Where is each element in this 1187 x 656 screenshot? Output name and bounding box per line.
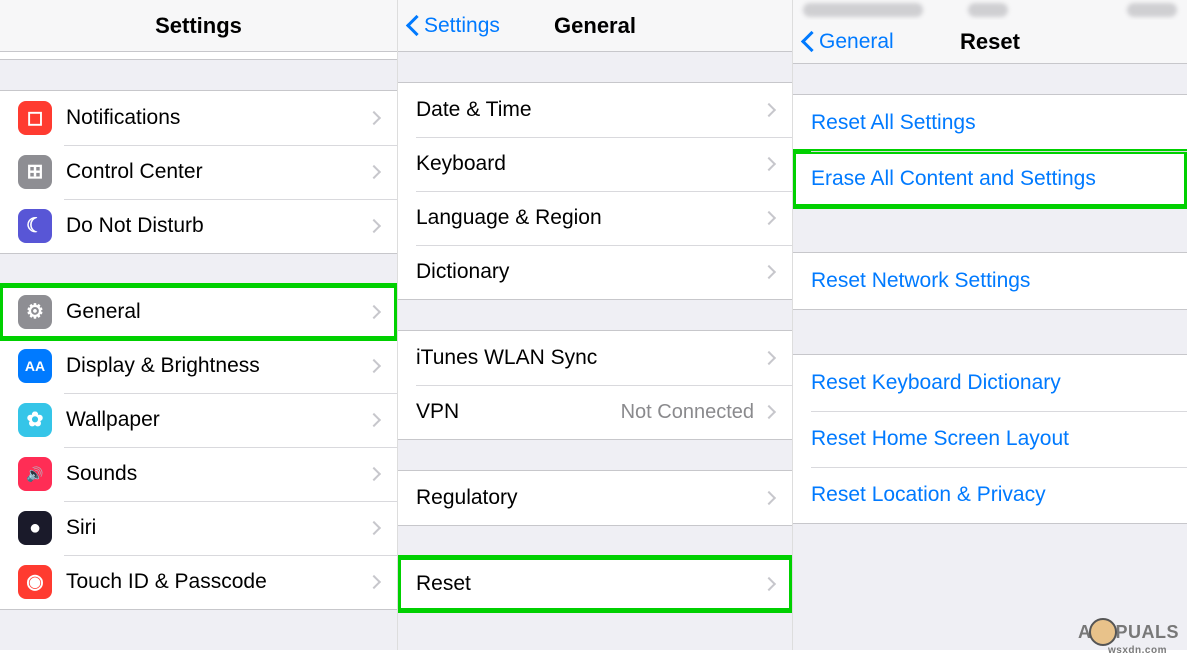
page-title: Reset <box>960 29 1020 55</box>
settings-group-2: ⚙ General AA Display & Brightness ✿ Wallpaper… <box>0 284 397 610</box>
settings-panel: Settings ◻ Notifications ⊞ Control Center ☾ D… <box>0 0 398 650</box>
row-label: VPN <box>416 400 621 424</box>
link-label: Reset Location & Privacy <box>811 483 1046 507</box>
link-erase-all-content-and-settings[interactable]: Erase All Content and Settings <box>793 151 1187 207</box>
link-label: Erase All Content and Settings <box>811 167 1096 191</box>
page-title: General <box>554 13 636 39</box>
row-dictionary[interactable]: Dictionary <box>398 245 792 299</box>
back-label: Settings <box>424 14 500 38</box>
general-group-3: Regulatory <box>398 470 792 526</box>
row-label: Language & Region <box>416 206 764 230</box>
link-label: Reset Network Settings <box>811 269 1030 293</box>
link-reset-home-screen-layout[interactable]: Reset Home Screen Layout <box>793 411 1187 467</box>
row-do-not-disturb[interactable]: ☾ Do Not Disturb <box>0 199 397 253</box>
chevron-right-icon <box>762 211 776 225</box>
row-label: Sounds <box>66 462 369 486</box>
row-sounds[interactable]: 🔊 Sounds <box>0 447 397 501</box>
general-group-2: iTunes WLAN Sync VPNNot Connected <box>398 330 792 440</box>
row-regulatory[interactable]: Regulatory <box>398 471 792 525</box>
row-general[interactable]: ⚙ General <box>0 285 397 339</box>
row-label: Dictionary <box>416 260 764 284</box>
chevron-right-icon <box>762 103 776 117</box>
row-label: General <box>66 300 369 324</box>
row-vpn[interactable]: VPNNot Connected <box>398 385 792 439</box>
row-label: Wallpaper <box>66 408 369 432</box>
link-reset-all-settings[interactable]: Reset All Settings <box>793 95 1187 151</box>
chevron-right-icon <box>367 521 381 535</box>
page-title: Settings <box>155 13 242 39</box>
row-label: Date & Time <box>416 98 764 122</box>
notifications-icon: ◻ <box>18 101 52 135</box>
link-reset-network-settings[interactable]: Reset Network Settings <box>793 253 1187 309</box>
general-icon: ⚙ <box>18 295 52 329</box>
row-display-brightness[interactable]: AA Display & Brightness <box>0 339 397 393</box>
row-keyboard[interactable]: Keyboard <box>398 137 792 191</box>
sounds-icon: 🔊 <box>18 457 52 491</box>
dnd-icon: ☾ <box>18 209 52 243</box>
chevron-right-icon <box>367 219 381 233</box>
row-label: Display & Brightness <box>66 354 369 378</box>
settings-group-1: ◻ Notifications ⊞ Control Center ☾ Do Not Dis… <box>0 90 397 254</box>
row-siri[interactable]: ● Siri <box>0 501 397 555</box>
reset-group-3: Reset Keyboard Dictionary Reset Home Scre… <box>793 354 1187 524</box>
control-center-icon: ⊞ <box>18 155 52 189</box>
reset-group-2: Reset Network Settings <box>793 252 1187 310</box>
row-value: Not Connected <box>621 401 754 424</box>
row-label: Do Not Disturb <box>66 214 369 238</box>
chevron-right-icon <box>762 265 776 279</box>
row-label: Regulatory <box>416 486 764 510</box>
link-label: Reset Home Screen Layout <box>811 427 1069 451</box>
row-label: Keyboard <box>416 152 764 176</box>
chevron-right-icon <box>367 111 381 125</box>
row-itunes-wlan-sync[interactable]: iTunes WLAN Sync <box>398 331 792 385</box>
chevron-right-icon <box>762 491 776 505</box>
chevron-right-icon <box>367 413 381 427</box>
settings-header: Settings <box>0 0 397 52</box>
status-bar <box>793 0 1187 20</box>
chevron-right-icon <box>762 351 776 365</box>
chevron-left-icon <box>406 15 420 37</box>
row-language-region[interactable]: Language & Region <box>398 191 792 245</box>
siri-icon: ● <box>18 511 52 545</box>
reset-panel: General Reset Reset All Settings Erase Al… <box>793 0 1187 650</box>
back-button-settings[interactable]: Settings <box>406 14 500 38</box>
row-label: Notifications <box>66 106 369 130</box>
back-label: General <box>819 30 894 54</box>
general-group-4: Reset <box>398 556 792 612</box>
display-icon: AA <box>18 349 52 383</box>
chevron-right-icon <box>762 577 776 591</box>
reset-header: General Reset <box>793 20 1187 64</box>
wallpaper-icon: ✿ <box>18 403 52 437</box>
row-label: Reset <box>416 572 764 596</box>
chevron-left-icon <box>801 31 815 53</box>
link-label: Reset All Settings <box>811 111 976 135</box>
row-date-time[interactable]: Date & Time <box>398 83 792 137</box>
row-label: iTunes WLAN Sync <box>416 346 764 370</box>
row-touch-id-passcode[interactable]: ◉ Touch ID & Passcode <box>0 555 397 609</box>
chevron-right-icon <box>762 157 776 171</box>
general-header: Settings General <box>398 0 792 52</box>
touchid-icon: ◉ <box>18 565 52 599</box>
chevron-right-icon <box>367 359 381 373</box>
chevron-right-icon <box>367 467 381 481</box>
chevron-right-icon <box>367 305 381 319</box>
row-notifications[interactable]: ◻ Notifications <box>0 91 397 145</box>
chevron-right-icon <box>367 575 381 589</box>
reset-group-1: Reset All Settings Erase All Content and … <box>793 94 1187 208</box>
link-reset-location-privacy[interactable]: Reset Location & Privacy <box>793 467 1187 523</box>
general-group-1: Date & Time Keyboard Language & Region Dict… <box>398 82 792 300</box>
row-control-center[interactable]: ⊞ Control Center <box>0 145 397 199</box>
chevron-right-icon <box>367 165 381 179</box>
link-label: Reset Keyboard Dictionary <box>811 371 1061 395</box>
row-label: Touch ID & Passcode <box>66 570 369 594</box>
chevron-right-icon <box>762 405 776 419</box>
row-label: Control Center <box>66 160 369 184</box>
link-reset-keyboard-dictionary[interactable]: Reset Keyboard Dictionary <box>793 355 1187 411</box>
row-reset[interactable]: Reset <box>398 557 792 611</box>
row-wallpaper[interactable]: ✿ Wallpaper <box>0 393 397 447</box>
row-label: Siri <box>66 516 369 540</box>
general-panel: Settings General Date & Time Keyboard Lang… <box>398 0 793 650</box>
back-button-general[interactable]: General <box>801 30 894 54</box>
